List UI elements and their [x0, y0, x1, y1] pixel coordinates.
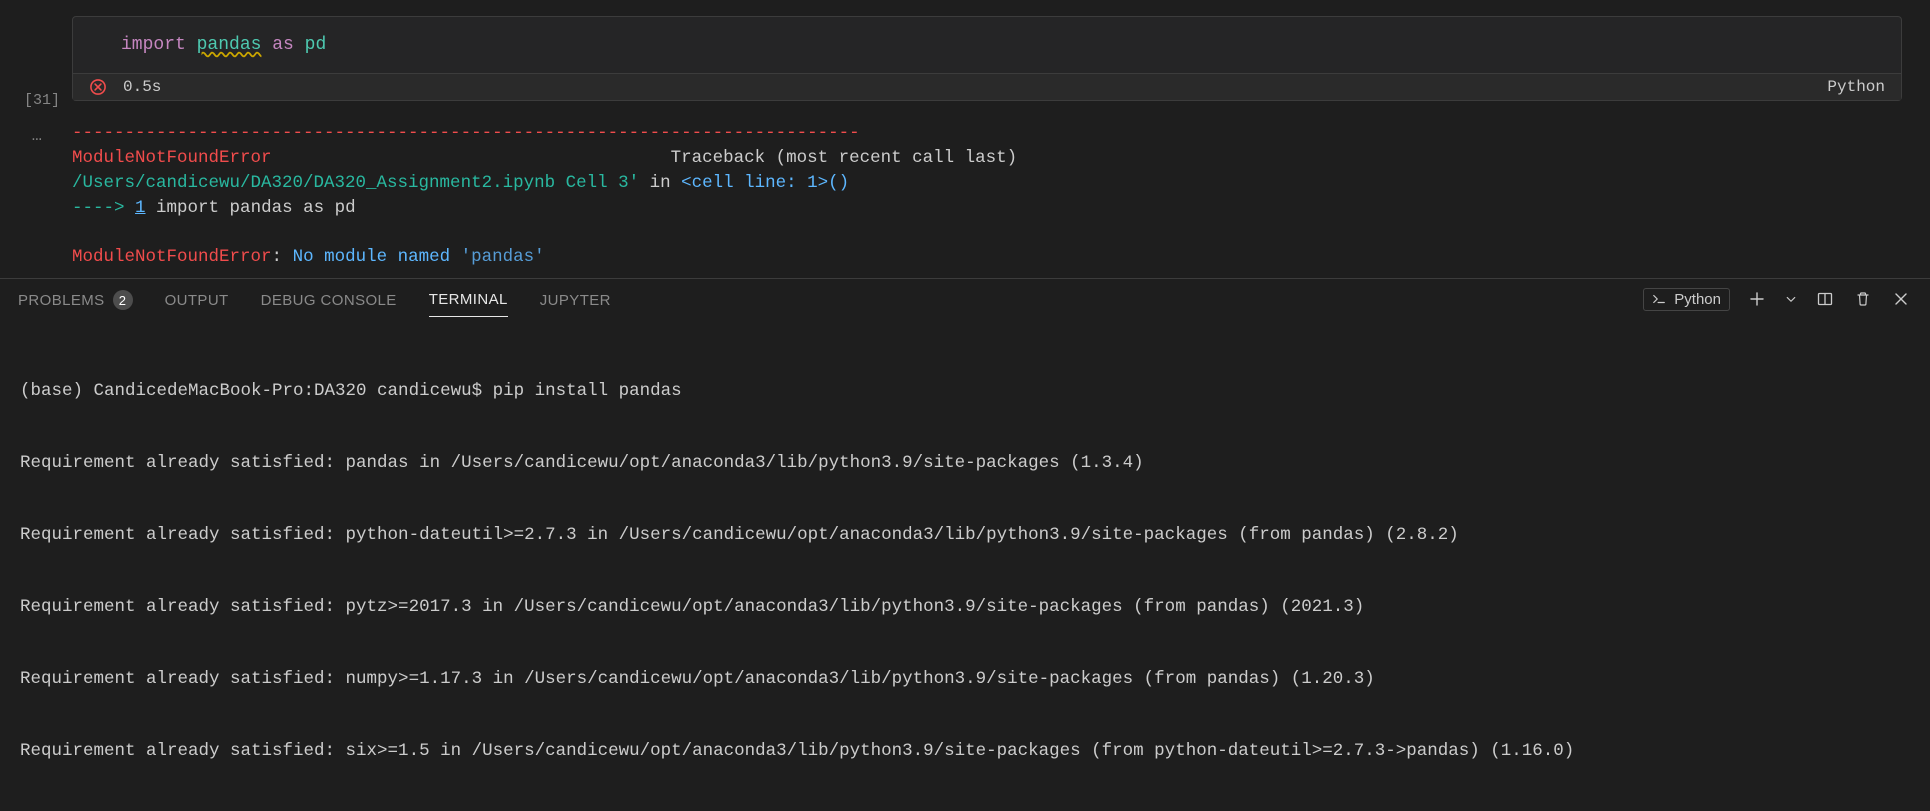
module-name: pandas: [197, 35, 262, 55]
terminal-line: (base) CandicedeMacBook-Pro:DA320 candic…: [20, 379, 1910, 403]
error-class-bottom: ModuleNotFoundError: [72, 247, 272, 267]
error-module-string: 'pandas': [461, 247, 545, 267]
cell-row: [31] import pandas as pd: [0, 16, 1930, 109]
traceback-label: Traceback (most recent call last): [671, 148, 1018, 168]
traceback-location: /Users/candicewu/DA320/DA320_Assignment2…: [72, 171, 1902, 196]
error-final-line: ModuleNotFoundError: No module named 'pa…: [72, 245, 1902, 270]
keyword-import: import: [121, 35, 186, 55]
execution-count: [31]: [0, 16, 72, 109]
terminal-line: Requirement already satisfied: pytz>=201…: [20, 595, 1910, 619]
terminal-line: Requirement already satisfied: pandas in…: [20, 451, 1910, 475]
terminal-profile-picker[interactable]: Python: [1643, 288, 1730, 311]
tab-problems-label: PROBLEMS: [18, 292, 105, 309]
code-cell[interactable]: import pandas as pd 0.5s: [72, 16, 1902, 101]
bottom-panel: PROBLEMS 2 OUTPUT DEBUG CONSOLE TERMINAL…: [0, 278, 1930, 811]
terminal-icon: [1652, 292, 1666, 306]
terminal-output[interactable]: (base) CandicedeMacBook-Pro:DA320 candic…: [0, 319, 1930, 811]
cell-line-ref: <cell line: 1>: [681, 173, 828, 193]
kernel-language-label[interactable]: Python: [1827, 78, 1885, 96]
tab-terminal[interactable]: TERMINAL: [429, 281, 508, 317]
tab-jupyter[interactable]: JUPYTER: [540, 282, 611, 317]
output-row: … --------------------------------------…: [0, 121, 1930, 278]
error-class: ModuleNotFoundError: [72, 148, 272, 168]
terminal-line: Requirement already satisfied: six>=1.5 …: [20, 739, 1910, 763]
terminal-dropdown-button[interactable]: [1784, 288, 1798, 310]
line-number-link[interactable]: 1: [135, 198, 146, 218]
terminal-line: Requirement already satisfied: numpy>=1.…: [20, 667, 1910, 691]
execution-duration: 0.5s: [123, 78, 161, 96]
code-editor[interactable]: import pandas as pd: [73, 17, 1901, 73]
close-panel-button[interactable]: [1890, 288, 1912, 310]
output-ellipsis[interactable]: …: [0, 121, 72, 146]
terminal-line: Requirement already satisfied: python-da…: [20, 523, 1910, 547]
tab-problems[interactable]: PROBLEMS 2: [18, 280, 133, 318]
keyword-as: as: [272, 35, 294, 55]
problems-count-badge: 2: [113, 290, 133, 310]
traceback-separator: ----------------------------------------…: [72, 121, 1902, 146]
error-message: No module named: [293, 247, 461, 267]
notebook-area: [31] import pandas as pd: [0, 0, 1930, 278]
cell-status-bar: 0.5s Python: [73, 73, 1901, 100]
paren: (): [828, 173, 849, 193]
arrow: ---->: [72, 198, 125, 218]
panel-tabs: PROBLEMS 2 OUTPUT DEBUG CONSOLE TERMINAL…: [0, 279, 1930, 319]
in-word: in: [639, 173, 681, 193]
split-terminal-button[interactable]: [1814, 288, 1836, 310]
tab-debug-console[interactable]: DEBUG CONSOLE: [261, 282, 397, 317]
traceback-header: ModuleNotFoundError Traceback (most rece…: [72, 146, 1902, 171]
kill-terminal-button[interactable]: [1852, 288, 1874, 310]
traceback-frame: ----> 1 import pandas as pd: [72, 196, 1902, 221]
cell-output[interactable]: ----------------------------------------…: [72, 121, 1930, 278]
terminal-profile-label: Python: [1674, 291, 1721, 308]
new-terminal-button[interactable]: [1746, 288, 1768, 310]
tab-output[interactable]: OUTPUT: [165, 282, 229, 317]
error-icon: [89, 78, 107, 96]
frame-code: import pandas as pd: [146, 198, 356, 218]
traceback-file[interactable]: /Users/candicewu/DA320/DA320_Assignment2…: [72, 173, 639, 193]
alias-name: pd: [305, 35, 327, 55]
colon: :: [272, 247, 293, 267]
